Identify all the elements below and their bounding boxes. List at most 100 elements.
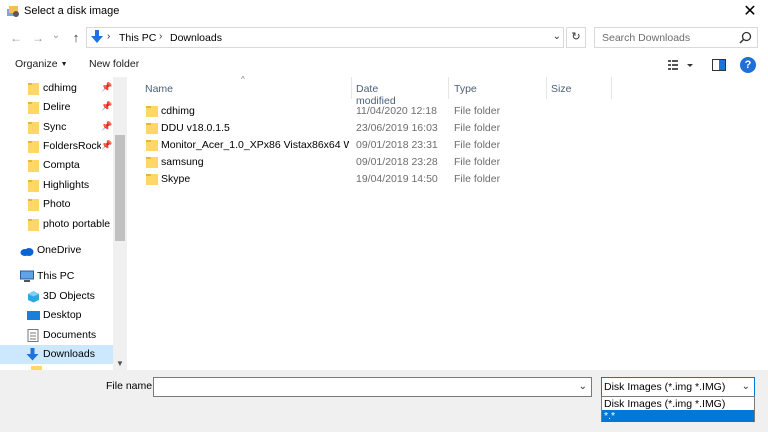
sidebar-item-downloads[interactable]: Downloads: [0, 345, 113, 364]
file-row[interactable]: samsung 09/01/2018 23:28 File folder: [137, 154, 607, 171]
column-divider[interactable]: [448, 77, 449, 99]
file-row[interactable]: Monitor_Acer_1.0_XPx86 Vistax86x64 W7x..…: [137, 137, 607, 154]
filter-dropdown-list: Disk Images (*.img *.IMG) *.*: [601, 396, 755, 422]
sidebar-item-label: Delire: [43, 101, 71, 113]
organize-label: Organize: [15, 58, 58, 70]
file-name: cdhimg: [161, 105, 195, 117]
folder-icon: [146, 157, 158, 168]
navigation-pane: cdhimg 📌 Delire 📌 Sync 📌 FoldersRocke 📌 …: [0, 77, 127, 370]
title-bar: Select a disk image ✕: [0, 0, 768, 24]
refresh-icon: ↻: [571, 31, 581, 43]
forward-button[interactable]: →: [30, 30, 46, 46]
file-name-label: File name:: [106, 380, 156, 392]
column-divider[interactable]: [611, 77, 612, 99]
close-button[interactable]: ✕: [740, 2, 760, 22]
breadcrumb-separator: ›: [159, 31, 163, 42]
recent-locations-button[interactable]: ⌄: [48, 28, 64, 44]
breadcrumb-this-pc[interactable]: This PC: [119, 32, 156, 44]
folder-icon: [146, 106, 158, 117]
column-divider[interactable]: [351, 77, 352, 99]
organize-button[interactable]: Organize ▼: [15, 58, 68, 70]
address-bar[interactable]: › This PC › Downloads ⌄: [86, 27, 564, 48]
chevron-down-icon[interactable]: ⌄: [742, 381, 750, 392]
file-row[interactable]: Skype 19/04/2019 14:50 File folder: [137, 171, 607, 188]
file-date: 11/04/2020 12:18: [356, 105, 437, 117]
sidebar-item-cdhimg[interactable]: cdhimg 📌: [0, 79, 113, 98]
sidebar-item-label: photo portable a: [43, 218, 113, 230]
sidebar-item-onedrive[interactable]: OneDrive: [0, 241, 113, 260]
scrollbar-thumb[interactable]: [115, 135, 125, 241]
file-date: 09/01/2018 23:28: [356, 156, 438, 168]
refresh-button[interactable]: ↻: [566, 27, 586, 48]
desktop-icon: [27, 311, 40, 320]
sidebar-item-label: cdhimg: [43, 82, 77, 94]
column-header-type[interactable]: Type: [454, 83, 477, 95]
navigation-scrollbar[interactable]: ▼: [113, 77, 127, 370]
file-row[interactable]: DDU v18.0.1.5 23/06/2019 16:03 File fold…: [137, 120, 607, 137]
sidebar-item-photo-portable[interactable]: photo portable a: [0, 215, 113, 234]
sidebar-item-label: OneDrive: [37, 244, 82, 256]
filter-option[interactable]: *.*: [602, 410, 754, 422]
sidebar-item-this-pc[interactable]: This PC: [0, 267, 113, 286]
file-type: File folder: [454, 173, 501, 185]
file-type: File folder: [454, 139, 501, 151]
sidebar-item-3d-objects[interactable]: 3D Objects: [0, 287, 113, 306]
computer-icon: [20, 270, 34, 282]
sidebar-item-label: Sync: [43, 121, 67, 133]
view-options-icon[interactable]: [668, 58, 694, 72]
back-button[interactable]: ←: [8, 30, 24, 46]
sidebar-item-label: Photo: [43, 198, 71, 210]
breadcrumb-downloads[interactable]: Downloads: [170, 32, 222, 44]
folder-icon: [28, 83, 39, 95]
downloads-icon: [91, 30, 103, 43]
folder-icon: [28, 199, 39, 211]
onedrive-icon: [20, 248, 34, 256]
chevron-down-icon[interactable]: ⌄: [553, 31, 561, 42]
sidebar-item-sync[interactable]: Sync 📌: [0, 118, 113, 137]
column-divider[interactable]: [546, 77, 547, 99]
sidebar-item-label: This PC: [37, 270, 75, 282]
file-name-input[interactable]: ⌄: [153, 377, 592, 397]
search-box[interactable]: Search Downloads: [594, 27, 758, 48]
sort-ascending-icon: ^: [241, 75, 245, 84]
folder-icon: [146, 140, 158, 151]
sidebar-item-label: Highlights: [43, 179, 90, 191]
help-icon[interactable]: ?: [740, 57, 756, 73]
window-title: Select a disk image: [24, 5, 120, 17]
close-icon: ✕: [743, 3, 757, 20]
folder-icon: [28, 122, 39, 134]
sidebar-item-photo[interactable]: Photo: [0, 195, 113, 214]
sidebar-item-documents[interactable]: Documents: [0, 326, 113, 345]
documents-icon: [27, 329, 39, 342]
scroll-down-icon[interactable]: ▼: [116, 359, 124, 368]
new-folder-button[interactable]: New folder: [89, 58, 139, 70]
chevron-down-icon[interactable]: ⌄: [579, 381, 587, 392]
file-name: Skype: [161, 173, 191, 185]
folder-icon: [28, 180, 39, 192]
sidebar-item-label: 3D Objects: [43, 290, 95, 302]
column-header-name[interactable]: Name: [145, 83, 173, 95]
file-type-filter-select[interactable]: Disk Images (*.img *.IMG) ⌄: [601, 377, 755, 397]
search-input[interactable]: Search Downloads: [602, 32, 690, 44]
command-bar: Organize ▼ New folder ?: [0, 54, 768, 76]
sidebar-item-highlights[interactable]: Highlights: [0, 176, 113, 195]
column-header-size[interactable]: Size: [551, 83, 571, 95]
sidebar-item-label: Desktop: [43, 309, 82, 321]
downloads-icon: [26, 348, 39, 361]
breadcrumb-separator: ›: [107, 31, 111, 42]
search-icon: [739, 31, 752, 44]
preview-pane-icon[interactable]: [712, 59, 726, 71]
file-type: File folder: [454, 122, 501, 134]
sidebar-item-foldersrocke[interactable]: FoldersRocke 📌: [0, 137, 113, 156]
sidebar-item-desktop[interactable]: Desktop: [0, 306, 113, 325]
sidebar-item-compta[interactable]: Compta: [0, 156, 113, 175]
navigation-bar: ← → ⌄ ↑ › This PC › Downloads ⌄ ↻ Search…: [0, 26, 768, 52]
file-type: File folder: [454, 105, 501, 117]
file-name: DDU v18.0.1.5: [161, 122, 230, 134]
filter-selected-value: Disk Images (*.img *.IMG): [604, 381, 726, 393]
sidebar-item-label: Compta: [43, 159, 80, 171]
up-button[interactable]: ↑: [68, 30, 84, 46]
sidebar-item-delire[interactable]: Delire 📌: [0, 98, 113, 117]
filter-option[interactable]: Disk Images (*.img *.IMG): [602, 398, 754, 410]
file-row[interactable]: cdhimg 11/04/2020 12:18 File folder: [137, 103, 607, 120]
